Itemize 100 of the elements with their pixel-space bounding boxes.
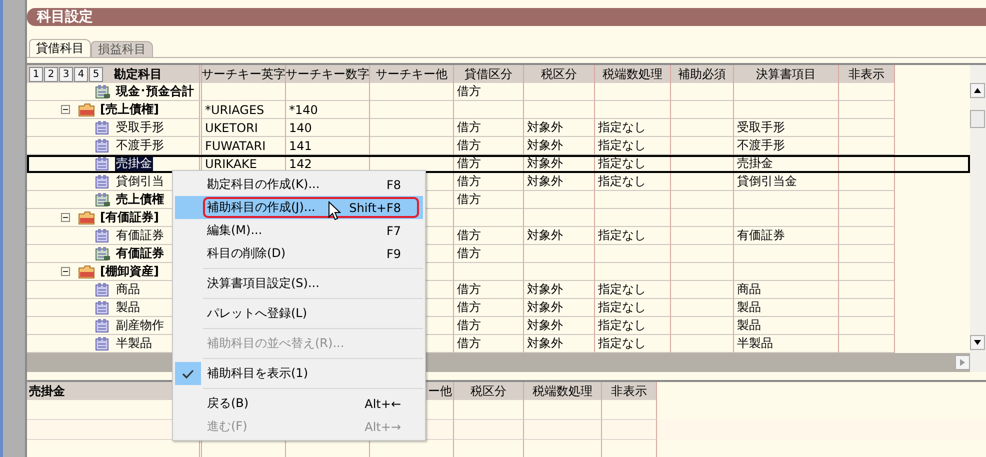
table-cell bbox=[671, 317, 734, 335]
menu-item[interactable]: 補助科目の作成(J)... Shift+F8 bbox=[175, 196, 423, 219]
table-cell: 借方 bbox=[454, 137, 524, 155]
level-button[interactable]: 2 bbox=[44, 66, 58, 82]
collapse-icon[interactable] bbox=[61, 213, 70, 222]
table-cell: *140 bbox=[286, 101, 370, 119]
tab[interactable]: 貸借科目 bbox=[29, 39, 91, 57]
table-cell: 借方 bbox=[454, 281, 524, 299]
column-header[interactable]: 補助必須 bbox=[671, 65, 734, 83]
account-name: 受取手形 bbox=[115, 119, 165, 136]
table-cell: *URIAGES bbox=[202, 101, 286, 119]
sum-account-icon bbox=[95, 246, 111, 260]
tree-cell[interactable]: [売上債権] bbox=[27, 101, 202, 119]
folder-icon bbox=[78, 102, 96, 116]
sum-account-icon bbox=[95, 84, 111, 98]
column-header[interactable]: 決算書項目 bbox=[734, 65, 839, 83]
table-cell bbox=[839, 263, 895, 281]
column-header[interactable]: 非表示 bbox=[602, 382, 657, 400]
table-cell: 指定なし bbox=[595, 155, 671, 173]
account-icon bbox=[95, 120, 111, 134]
account-icon bbox=[95, 156, 111, 170]
table-cell: 指定なし bbox=[595, 119, 671, 137]
scroll-right-icon[interactable] bbox=[955, 355, 970, 370]
table-cell: 製品 bbox=[734, 317, 839, 335]
scroll-thumb[interactable] bbox=[970, 110, 985, 128]
column-header[interactable]: 税区分 bbox=[454, 382, 524, 400]
table-cell bbox=[524, 101, 595, 119]
table-cell: 141 bbox=[286, 137, 370, 155]
scroll-up-icon[interactable] bbox=[970, 83, 985, 98]
collapse-icon[interactable] bbox=[61, 267, 70, 276]
table-cell: 借方 bbox=[454, 245, 524, 263]
table-cell bbox=[839, 281, 895, 299]
table-cell: 借方 bbox=[454, 155, 524, 173]
tree-cell[interactable]: 受取手形 bbox=[27, 119, 202, 137]
check-icon bbox=[182, 368, 194, 378]
column-header[interactable]: 税区分 bbox=[524, 65, 595, 83]
collapse-icon[interactable] bbox=[61, 105, 70, 114]
account-name: 貸倒引当 bbox=[115, 173, 165, 190]
table-cell: 借方 bbox=[454, 227, 524, 245]
account-name: 不渡手形 bbox=[115, 137, 165, 154]
menu-item[interactable]: 補助科目を表示(1) bbox=[175, 362, 423, 385]
table-cell: 借方 bbox=[454, 83, 524, 101]
table-cell bbox=[671, 209, 734, 227]
column-header[interactable]: サーチキー英字 bbox=[202, 65, 286, 83]
column-header[interactable]: 貸借区分 bbox=[454, 65, 524, 83]
column-header[interactable]: サーチキー数字 bbox=[286, 65, 370, 83]
account-name: 売上債権 bbox=[115, 191, 165, 208]
table-cell bbox=[839, 209, 895, 227]
tree-header[interactable]: 1 2 3 4 5 勘定科目 bbox=[27, 65, 202, 83]
account-name: 副産物作 bbox=[115, 317, 165, 334]
column-header[interactable]: 非表示 bbox=[839, 65, 895, 83]
table-cell: 対象外 bbox=[524, 137, 595, 155]
table-cell: 貸倒引当金 bbox=[734, 173, 839, 191]
table-cell bbox=[671, 119, 734, 137]
table-cell: 対象外 bbox=[524, 155, 595, 173]
table-cell bbox=[839, 191, 895, 209]
scroll-down-icon[interactable] bbox=[970, 335, 985, 350]
account-name: 売掛金 bbox=[115, 155, 153, 172]
account-name: 製品 bbox=[115, 299, 141, 316]
table-cell bbox=[671, 299, 734, 317]
table-cell: FUWATARI bbox=[202, 137, 286, 155]
table-cell: 140 bbox=[286, 119, 370, 137]
level-button[interactable]: 1 bbox=[29, 66, 43, 82]
level-button[interactable]: 5 bbox=[89, 66, 103, 82]
table-cell: 製品 bbox=[734, 299, 839, 317]
tree-cell[interactable]: 現金･預金合計 bbox=[27, 83, 202, 101]
account-icon bbox=[95, 138, 111, 152]
table-cell: 指定なし bbox=[595, 227, 671, 245]
vertical-scrollbar[interactable] bbox=[970, 65, 986, 372]
column-header[interactable]: 税端数処理 bbox=[595, 65, 671, 83]
table-cell: 対象外 bbox=[524, 119, 595, 137]
table-cell: 借方 bbox=[454, 173, 524, 191]
table-cell bbox=[671, 263, 734, 281]
table-cell bbox=[454, 263, 524, 281]
account-name: [棚卸資産] bbox=[99, 263, 160, 280]
table-cell bbox=[671, 245, 734, 263]
folder-icon bbox=[78, 210, 96, 224]
account-name: [有価証券] bbox=[99, 209, 160, 226]
table-cell: 借方 bbox=[454, 119, 524, 137]
account-name: 有価証券 bbox=[115, 245, 165, 262]
table-cell bbox=[839, 101, 895, 119]
account-icon bbox=[95, 336, 111, 350]
table-cell: 借方 bbox=[454, 299, 524, 317]
account-name: [売上債権] bbox=[99, 101, 160, 118]
table-cell: 売掛金 bbox=[734, 155, 839, 173]
table-cell bbox=[839, 245, 895, 263]
table-cell: UKETORI bbox=[202, 119, 286, 137]
account-icon bbox=[95, 174, 111, 188]
table-cell bbox=[839, 317, 895, 335]
level-button[interactable]: 3 bbox=[59, 66, 73, 82]
sum-account-icon bbox=[95, 192, 111, 206]
tab[interactable]: 損益科目 bbox=[91, 41, 153, 57]
column-header[interactable]: 税端数処理 bbox=[524, 382, 602, 400]
table-cell bbox=[454, 101, 524, 119]
table-cell: 商品 bbox=[734, 281, 839, 299]
account-icon bbox=[95, 318, 111, 332]
tree-cell[interactable]: 不渡手形 bbox=[27, 137, 202, 155]
level-button[interactable]: 4 bbox=[74, 66, 88, 82]
table-cell: 指定なし bbox=[595, 281, 671, 299]
column-header[interactable]: サーチキー他 bbox=[370, 65, 454, 83]
